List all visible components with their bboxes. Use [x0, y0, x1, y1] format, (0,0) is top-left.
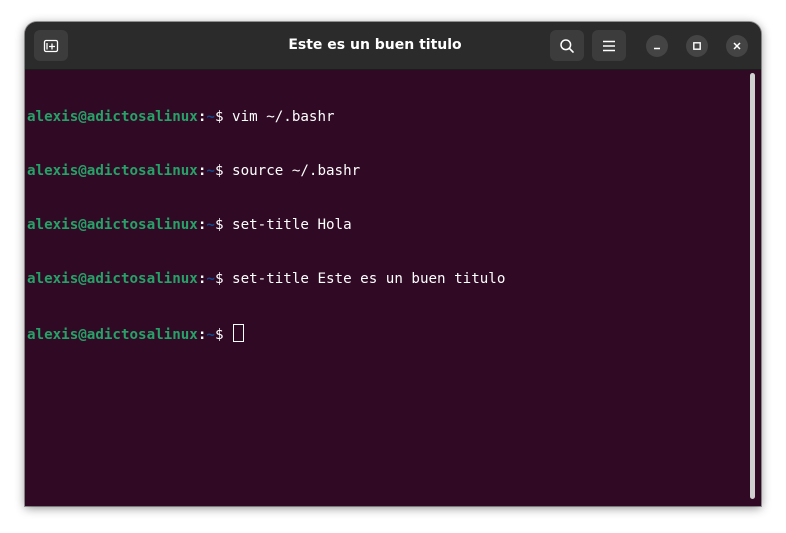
- prompt-user-host: alexis@adictosalinux: [27, 163, 198, 179]
- prompt-user-host: alexis@adictosalinux: [27, 217, 198, 233]
- search-icon: [560, 38, 574, 53]
- terminal-line: alexis@adictosalinux:~$ source ~/.bashr: [27, 162, 745, 180]
- terminal-line: alexis@adictosalinux:~$: [27, 324, 745, 343]
- prompt-path: ~: [206, 217, 215, 233]
- prompt-path: ~: [206, 271, 215, 287]
- scrollbar[interactable]: [750, 73, 755, 499]
- text-cursor: [233, 324, 245, 342]
- headerbar: Este es un buen titulo: [25, 22, 761, 70]
- hamburger-menu-icon: [603, 40, 615, 51]
- prompt-path: ~: [206, 327, 215, 343]
- new-tab-button[interactable]: [34, 30, 68, 61]
- new-tab-icon: [43, 39, 59, 52]
- prompt-user-host: alexis@adictosalinux: [27, 327, 198, 343]
- search-button[interactable]: [550, 30, 584, 61]
- minimize-icon: [654, 47, 660, 50]
- window-title: Este es un buen titulo: [288, 37, 462, 53]
- prompt-user-host: alexis@adictosalinux: [27, 271, 198, 287]
- terminal-line: alexis@adictosalinux:~$ vim ~/.bashr: [27, 108, 745, 126]
- prompt-user-host: alexis@adictosalinux: [27, 109, 198, 125]
- menu-button[interactable]: [592, 30, 626, 61]
- command-text: source ~/.bashr: [223, 163, 361, 179]
- terminal-line: alexis@adictosalinux:~$ set-title Hola: [27, 216, 745, 234]
- close-button[interactable]: [726, 35, 748, 57]
- prompt-path: ~: [206, 109, 215, 125]
- minimize-button[interactable]: [646, 35, 668, 57]
- prompt-path: ~: [206, 163, 215, 179]
- terminal-window: Este es un buen titulo alexis@adictosali…: [25, 22, 761, 506]
- close-icon: [733, 42, 741, 50]
- maximize-icon: [693, 42, 701, 50]
- command-text: set-title Hola: [223, 217, 352, 233]
- command-text: [223, 327, 232, 343]
- terminal-output[interactable]: alexis@adictosalinux:~$ vim ~/.bashr ale…: [27, 72, 745, 504]
- command-text: vim ~/.bashr: [223, 109, 335, 125]
- maximize-button[interactable]: [686, 35, 708, 57]
- terminal-line: alexis@adictosalinux:~$ set-title Este e…: [27, 270, 745, 288]
- command-text: set-title Este es un buen titulo: [223, 271, 506, 287]
